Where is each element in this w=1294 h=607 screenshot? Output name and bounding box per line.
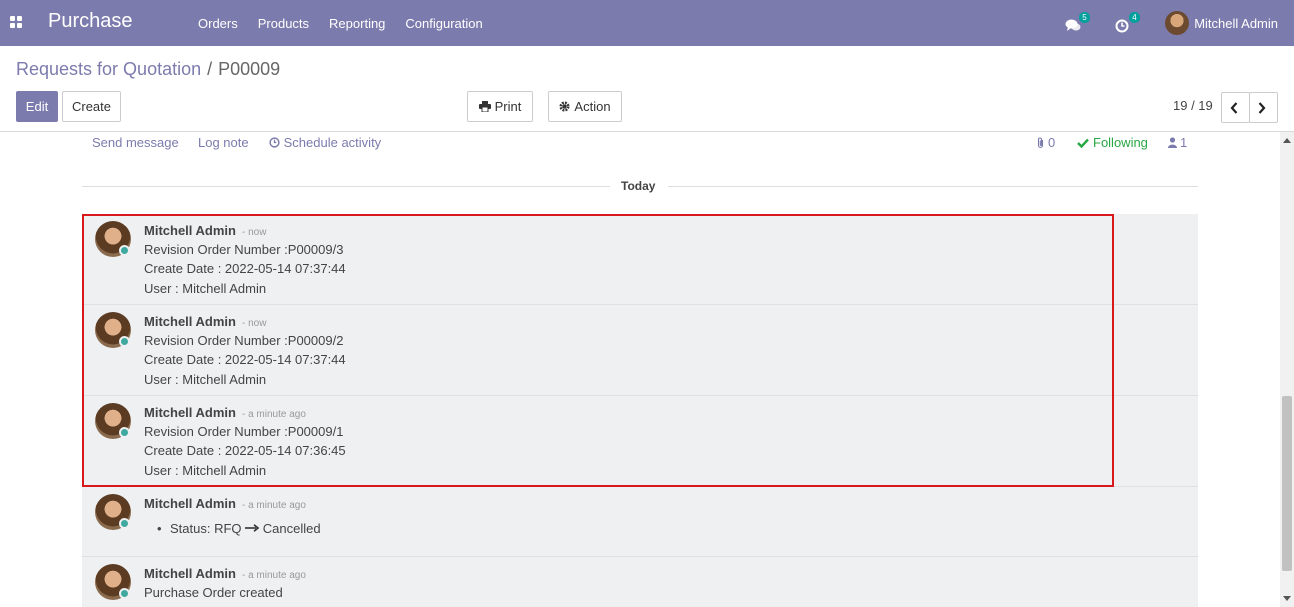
attachments-count: 0 [1048, 135, 1056, 150]
message-date: - a minute ago [241, 500, 306, 511]
log-note-button[interactable]: Log note [198, 135, 249, 150]
create-button[interactable]: Create [62, 91, 121, 122]
check-icon [1077, 138, 1089, 148]
message-date: - now [241, 318, 267, 329]
schedule-activity-label: Schedule activity [283, 135, 382, 150]
menu-products[interactable]: Products [248, 16, 319, 31]
message-line: Revision Order Number :P00009/3 [144, 242, 344, 257]
messaging-menu[interactable]: 5 [1065, 12, 1090, 34]
online-status-icon [119, 518, 130, 529]
message-line: Revision Order Number :P00009/2 [144, 333, 344, 348]
user-icon [1168, 137, 1177, 148]
scrollbar-thumb[interactable] [1282, 396, 1292, 571]
top-navbar: Purchase Orders Products Reporting Confi… [0, 0, 1294, 46]
tracking-value: Status: RFQ Cancelled [157, 521, 321, 536]
chatter-topbar: Send message Log note Schedule activity … [82, 132, 1198, 154]
message-author[interactable]: Mitchell Admin - a minute ago [144, 566, 306, 581]
print-label: Print [494, 99, 522, 114]
chevron-left-icon [1230, 101, 1237, 114]
message-item: Mitchell Admin - a minute ago Revision Or… [82, 396, 1198, 487]
systray: 5 4 Mitchell Admin [1065, 0, 1294, 46]
printer-icon [478, 101, 491, 112]
app-name[interactable]: Purchase [48, 10, 133, 33]
menu-orders[interactable]: Orders [188, 16, 248, 31]
message-line: User : Mitchell Admin [144, 463, 267, 478]
message-line: Create Date : 2022-05-14 07:37:44 [144, 352, 346, 367]
message-author[interactable]: Mitchell Admin - a minute ago [144, 405, 306, 420]
send-message-button[interactable]: Send message [92, 135, 179, 150]
breadcrumb-parent[interactable]: Requests for Quotation [16, 59, 201, 79]
user-name: Mitchell Admin [1194, 15, 1278, 31]
apps-grid-icon[interactable] [10, 16, 23, 29]
menu-configuration[interactable]: Configuration [395, 16, 492, 31]
online-status-icon [119, 427, 130, 438]
main-menu: Orders Products Reporting Configuration [188, 0, 493, 46]
message-line: Create Date : 2022-05-14 07:37:44 [144, 261, 346, 276]
tracking-field: Status: RFQ [170, 521, 242, 536]
breadcrumb-current: P00009 [218, 59, 281, 79]
pager-next-button[interactable] [1249, 92, 1278, 123]
control-panel: Requests for Quotation / P00009 Edit Creat… [0, 46, 1294, 132]
breadcrumb: Requests for Quotation / P00009 [16, 59, 280, 80]
online-status-icon [119, 245, 130, 256]
message-date: - a minute ago [241, 570, 306, 581]
chevron-right-icon [1258, 101, 1265, 114]
following-button[interactable]: Following [1077, 135, 1148, 150]
schedule-activity-button[interactable]: Schedule activity [269, 135, 381, 150]
arrow-right-icon [245, 524, 260, 532]
message-item: Mitchell Admin - now Revision Order Numbe… [82, 214, 1198, 305]
message-date: - now [241, 227, 267, 238]
action-label: Action [574, 99, 611, 114]
gear-icon [559, 101, 570, 112]
online-status-icon [119, 336, 130, 347]
message-line: Create Date : 2022-05-14 07:36:45 [144, 443, 346, 458]
date-separator-label: Today [621, 179, 656, 193]
chatter: Send message Log note Schedule activity … [0, 132, 1280, 607]
scroll-up-arrow-icon[interactable] [1283, 138, 1291, 143]
following-label: Following [1093, 135, 1148, 150]
followers-button[interactable]: 1 [1168, 135, 1187, 150]
pager-value[interactable]: 19 / 19 [1173, 98, 1213, 113]
followers-count: 1 [1180, 135, 1188, 150]
user-avatar [1165, 11, 1190, 35]
action-button[interactable]: Action [548, 91, 622, 122]
online-status-icon [119, 588, 130, 599]
message-author[interactable]: Mitchell Admin - a minute ago [144, 496, 306, 511]
breadcrumb-separator: / [207, 59, 213, 79]
tracking-new-value: Cancelled [262, 521, 321, 536]
chat-bubbles-icon [1065, 19, 1081, 31]
print-button[interactable]: Print [467, 91, 533, 122]
messages-badge: 5 [1079, 12, 1090, 23]
activities-badge: 4 [1129, 12, 1140, 23]
scroll-down-arrow-icon[interactable] [1283, 596, 1291, 601]
message-line: User : Mitchell Admin [144, 281, 267, 296]
message-line: Revision Order Number :P00009/1 [144, 424, 344, 439]
paperclip-icon [1037, 137, 1044, 148]
clock-icon [269, 137, 280, 148]
message-author[interactable]: Mitchell Admin - now [144, 314, 266, 329]
date-divider-left [82, 186, 610, 187]
message-line: Purchase Order created [144, 585, 283, 600]
message-item: Mitchell Admin- a minute ago Status: RFQ… [82, 487, 1198, 557]
date-divider-right [668, 186, 1198, 187]
message-line: User : Mitchell Admin [144, 372, 267, 387]
activity-menu[interactable]: 4 [1115, 12, 1140, 34]
user-menu[interactable]: Mitchell Admin [1165, 11, 1278, 35]
message-author[interactable]: Mitchell Admin - now [144, 223, 266, 238]
message-item: Mitchell Admin - now Revision Order Numbe… [82, 305, 1198, 396]
pager-previous-button[interactable] [1221, 92, 1250, 123]
menu-reporting[interactable]: Reporting [319, 16, 395, 31]
scrollbar[interactable] [1280, 132, 1294, 607]
message-date: - a minute ago [241, 409, 306, 420]
message-item: Mitchell Admin - a minute ago Purchase Or… [82, 557, 1198, 607]
edit-button[interactable]: Edit [16, 91, 58, 122]
clock-icon [1115, 19, 1129, 33]
attachments-button[interactable]: 0 [1036, 135, 1055, 150]
